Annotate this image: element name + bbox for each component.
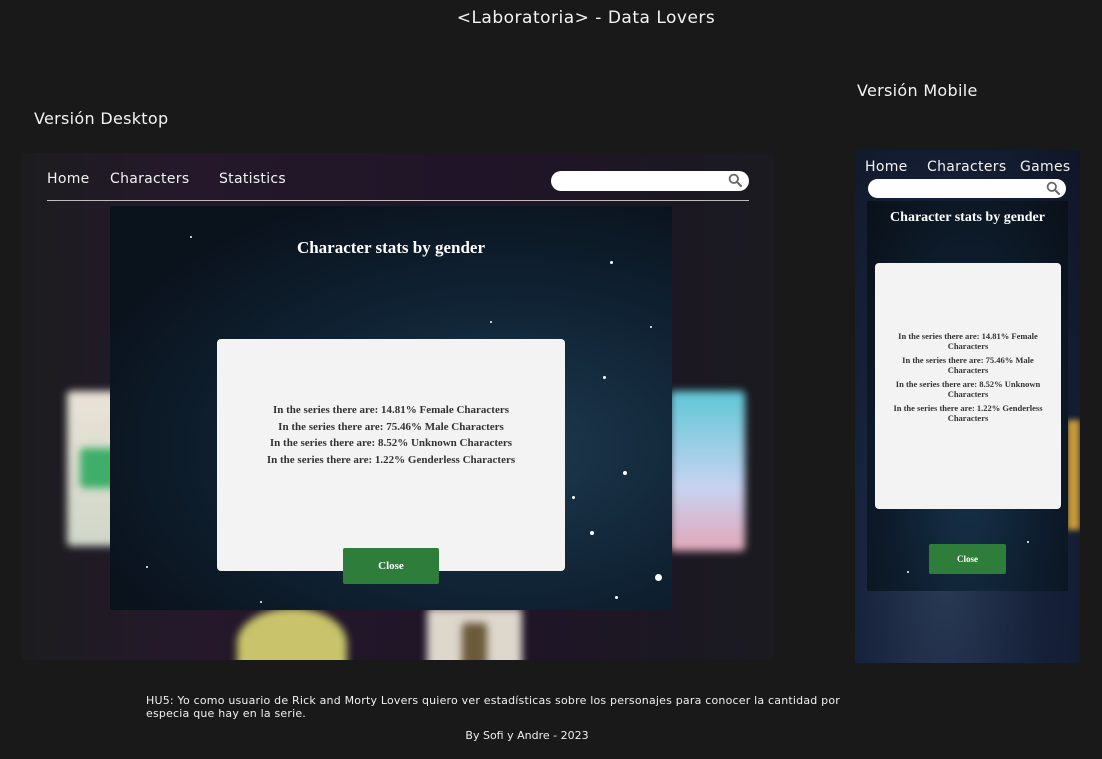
nav-home-link[interactable]: Home xyxy=(865,159,908,175)
stat-genderless: In the series there are: 1.22% Genderles… xyxy=(893,403,1043,423)
search-input[interactable] xyxy=(868,179,1066,198)
stats-box: In the series there are: 14.81% Female C… xyxy=(875,263,1061,509)
stat-male: In the series there are: 75.46% Male Cha… xyxy=(278,420,504,433)
user-story-text: HU5: Yo como usuario de Rick and Morty L… xyxy=(146,694,840,720)
mobile-screenshot: Home Characters Games Character stats by… xyxy=(855,150,1080,663)
stats-list: In the series there are: 14.81% Female C… xyxy=(217,402,565,468)
nav-characters-link[interactable]: Characters xyxy=(927,159,1006,175)
mobile-version-label: Versión Mobile xyxy=(857,81,978,100)
stats-box: In the series there are: 14.81% Female C… xyxy=(217,339,565,571)
background-character-rick-shirt xyxy=(462,623,487,660)
blurred-character-card xyxy=(670,391,745,551)
nav-statistics-link[interactable]: Statistics xyxy=(219,171,286,187)
desktop-screenshot: Home Characters Statistics Character sta… xyxy=(22,153,774,660)
page-title: <Laboratoria> - Data Lovers xyxy=(456,8,716,28)
desktop-version-label: Versión Desktop xyxy=(34,109,169,128)
stat-genderless: In the series there are: 1.22% Genderles… xyxy=(266,453,516,466)
search-input[interactable] xyxy=(551,171,749,191)
nav-home-link[interactable]: Home xyxy=(47,171,90,187)
stats-list: In the series there are: 14.81% Female C… xyxy=(889,331,1047,427)
search-icon[interactable] xyxy=(1046,181,1060,195)
stats-modal: Character stats by gender In the series … xyxy=(110,206,672,610)
credits-text: By Sofi y Andre - 2023 xyxy=(465,729,589,742)
blurred-background-detail xyxy=(1067,420,1080,530)
stat-female: In the series there are: 14.81% Female C… xyxy=(898,331,1038,351)
close-button[interactable]: Close xyxy=(929,544,1006,574)
close-button[interactable]: Close xyxy=(343,548,439,584)
stat-unknown: In the series there are: 8.52% Unknown C… xyxy=(269,437,513,449)
stat-female: In the series there are: 14.81% Female C… xyxy=(272,404,510,416)
nav-games-link[interactable]: Games xyxy=(1020,159,1070,175)
stat-male: In the series there are: 75.46% Male Cha… xyxy=(902,355,1034,375)
modal-title: Character stats by gender xyxy=(890,210,1045,225)
stats-modal: Character stats by gender In the series … xyxy=(867,201,1068,591)
background-character-morty xyxy=(237,608,347,660)
nav-characters-link[interactable]: Characters xyxy=(110,171,189,187)
desktop-nav-bar: Home Characters Statistics xyxy=(47,153,749,201)
stat-unknown: In the series there are: 8.52% Unknown C… xyxy=(895,379,1041,399)
search-icon[interactable] xyxy=(728,173,742,187)
modal-title: Character stats by gender xyxy=(296,238,486,257)
